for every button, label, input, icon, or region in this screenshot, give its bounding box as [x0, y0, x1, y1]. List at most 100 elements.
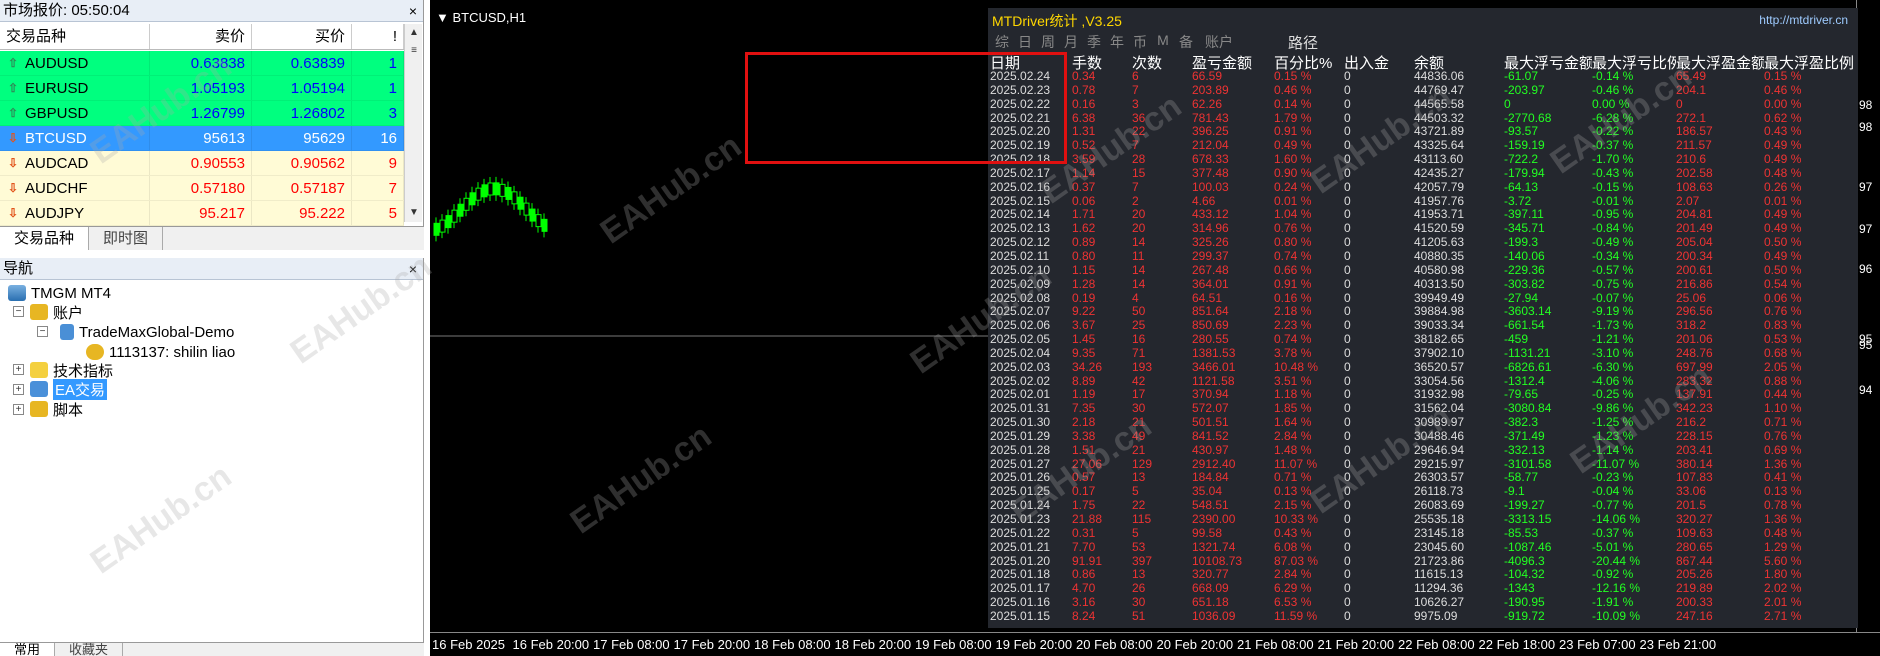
stats-cell: 651.18 — [1192, 596, 1229, 610]
stats-row: 2025.02.22 0.16 3 62.26 0.14 % 0 44565.58 0 0.00… — [990, 98, 1856, 112]
market-watch-scrollbar[interactable]: ▲ ≡ ▼ — [404, 24, 422, 222]
stats-row: 2025.02.14 1.71 20 433.12 1.04 % 0 41953.71 -39… — [990, 208, 1856, 222]
expand-icon[interactable]: + — [13, 404, 24, 415]
stats-cell: 9975.09 — [1414, 609, 1458, 623]
close-icon[interactable]: × — [409, 259, 417, 279]
expand-icon[interactable]: + — [13, 384, 24, 395]
market-watch-title: 市场报价: 05:50:04 — [3, 2, 130, 19]
stats-period-button[interactable]: 月 — [1061, 32, 1081, 52]
scroll-up-icon[interactable]: ▲ — [405, 24, 423, 42]
stats-cell: 201.06 — [1676, 333, 1713, 347]
stats-url[interactable]: http://mtdriver.cn — [1759, 13, 1848, 27]
stats-cell: -6.30 % — [1592, 360, 1634, 374]
stats-period-button[interactable]: 综 — [992, 32, 1012, 52]
stats-period-button[interactable]: 季 — [1084, 32, 1104, 52]
stats-column-header[interactable]: 最大浮盈金额 — [1676, 52, 1764, 70]
stats-column-header[interactable]: 余额 — [1414, 52, 1504, 70]
stats-cell: -382.3 — [1504, 416, 1539, 430]
stats-cell: -0.14 % — [1592, 70, 1634, 83]
stats-row: 2025.02.13 1.62 20 314.96 0.76 % 0 41520.59 -34… — [990, 222, 1856, 236]
spread-column-header[interactable]: ! — [352, 24, 404, 49]
market-watch-row[interactable]: ⇩ AUDCAD 0.90553 0.90562 9 — [0, 151, 404, 176]
stats-period-button[interactable]: M — [1153, 32, 1173, 52]
symbol-name: EURUSD — [25, 79, 89, 97]
stats-column-header[interactable]: 最大浮亏金额 — [1504, 52, 1592, 70]
market-watch-row[interactable]: ⇧ GBPUSD 1.26799 1.26802 3 — [0, 101, 404, 126]
tree-indicators[interactable]: 技术指标 — [30, 360, 113, 380]
close-icon[interactable]: × — [409, 1, 417, 21]
market-watch-row[interactable]: ⇧ AUDUSD 0.63838 0.63839 1 — [0, 51, 404, 76]
tree-scripts[interactable]: 脚本 — [30, 399, 83, 419]
stats-column-header[interactable]: 百分比% — [1274, 52, 1344, 70]
tab-favorites[interactable]: 收藏夹 — [55, 643, 124, 656]
expand-icon[interactable]: + — [13, 364, 24, 375]
ea-icon — [30, 381, 48, 397]
stats-column-header[interactable]: 盈亏金额 — [1192, 52, 1274, 70]
stats-period-button[interactable]: 备 — [1176, 32, 1196, 52]
market-watch-row[interactable]: ⇩ BTCUSD 95613 95629 16 — [0, 126, 404, 151]
stats-column-header[interactable]: 次数 — [1132, 52, 1192, 70]
stats-column-header[interactable]: 出入金 — [1344, 52, 1414, 70]
collapse-icon[interactable]: − — [37, 326, 48, 337]
tree-accounts[interactable]: 账户 — [30, 302, 83, 322]
bid-column-header[interactable]: 卖价 — [150, 24, 252, 49]
navigator-title-bar[interactable]: 导航 × — [0, 258, 423, 280]
market-watch-row[interactable]: ⇩ AUDJPY 95.217 95.222 5 — [0, 201, 404, 226]
price-tick-label: 98 — [1859, 98, 1873, 112]
stats-column-header[interactable]: 手数 — [1072, 52, 1132, 70]
stats-cell: 3.38 — [1072, 429, 1096, 443]
stats-cell: 2025.02.19 — [990, 139, 1051, 153]
stats-cell: 6.29 % — [1274, 582, 1312, 596]
path-button[interactable]: 路径 — [1288, 32, 1318, 53]
list-menu-icon[interactable]: ≡ — [405, 42, 423, 60]
stats-row: 2025.01.25 0.17 5 35.04 0.13 % 0 26118.73 -9.1 -… — [990, 485, 1856, 499]
stats-cell: 0.06 — [1072, 194, 1096, 208]
stats-cell: 21 — [1132, 443, 1146, 457]
tree-root[interactable]: TMGM MT4 — [8, 283, 111, 303]
chart-window[interactable]: ▼ BTCUSD,H1 98 98 97 97 96 95 95 94 16 Feb 2025… — [430, 0, 1880, 656]
stats-cell: 247.16 — [1676, 609, 1713, 623]
stats-cell: 200.34 — [1676, 249, 1713, 263]
market-watch-row[interactable]: ⇩ AUDCHF 0.57180 0.57187 7 — [0, 176, 404, 201]
stats-row: 2025.02.19 0.52 7 212.04 0.49 % 0 43325.64 -159… — [990, 139, 1856, 153]
collapse-icon[interactable]: − — [13, 306, 24, 317]
time-axis[interactable]: 16 Feb 2025 16 Feb 20:00 17 Feb 08:00 17 Fe… — [430, 632, 1880, 656]
stats-row: 2025.02.20 1.31 22 396.25 0.91 % 0 43721.89 -93… — [990, 125, 1856, 139]
ask-column-header[interactable]: 买价 — [252, 24, 352, 49]
market-watch-row[interactable]: ⇧ EURUSD 1.05193 1.05194 1 — [0, 76, 404, 101]
ask-cell: 0.90562 — [252, 151, 352, 175]
stats-column-header[interactable]: 日期 — [990, 52, 1072, 70]
tree-server[interactable]: TradeMaxGlobal-Demo — [60, 322, 234, 342]
market-watch-title-bar[interactable]: 市场报价: 05:50:04 × — [0, 0, 423, 22]
stats-cell: -4.06 % — [1592, 374, 1634, 388]
stats-cell: 1.15 — [1072, 263, 1096, 277]
stats-column-header[interactable]: 最大浮亏比例 — [1592, 52, 1676, 70]
ask-cell: 1.26802 — [252, 101, 352, 125]
stats-header: 日期 手数 次数 盈亏金额 百分比% 出入金 余额 最大浮亏金额 最大浮亏比例 最大浮盈金额 最大浮… — [990, 52, 1856, 70]
ask-cell: 95.222 — [252, 201, 352, 225]
stats-period-button[interactable]: 账户 — [1199, 32, 1239, 52]
stats-cell: 0.46 % — [1274, 83, 1312, 97]
stats-cell: 1.48 % — [1274, 443, 1312, 457]
stats-cell: 2025.02.07 — [990, 305, 1051, 319]
stats-cell: -5.01 % — [1592, 540, 1634, 554]
stats-column-header[interactable]: 最大浮盈比例 — [1764, 52, 1854, 70]
chart-symbol-label[interactable]: ▼ BTCUSD,H1 — [436, 10, 526, 25]
tab-tick-chart[interactable]: 即时图 — [89, 227, 164, 250]
price-axis[interactable]: 98 98 97 97 96 95 95 94 — [1856, 0, 1880, 632]
stats-cell: 9.35 — [1072, 346, 1096, 360]
stats-period-button[interactable]: 周 — [1038, 32, 1058, 52]
tab-symbols[interactable]: 交易品种 — [0, 227, 90, 250]
stats-cell: -14.06 % — [1592, 513, 1641, 526]
stats-period-button[interactable]: 年 — [1107, 32, 1127, 52]
scroll-down-icon[interactable]: ▼ — [405, 204, 423, 222]
stats-cell: -1.91 % — [1592, 596, 1634, 610]
stats-cell: -397.11 — [1504, 208, 1544, 222]
stats-cell: 219.89 — [1676, 582, 1713, 596]
symbol-column-header[interactable]: 交易品种 — [0, 24, 150, 49]
tab-common[interactable]: 常用 — [0, 643, 56, 656]
stats-period-button[interactable]: 币 — [1130, 32, 1150, 52]
stats-period-button[interactable]: 日 — [1015, 32, 1035, 52]
stats-cell: 6.53 % — [1274, 596, 1312, 610]
tree-ea[interactable]: EA交易 — [30, 378, 108, 400]
